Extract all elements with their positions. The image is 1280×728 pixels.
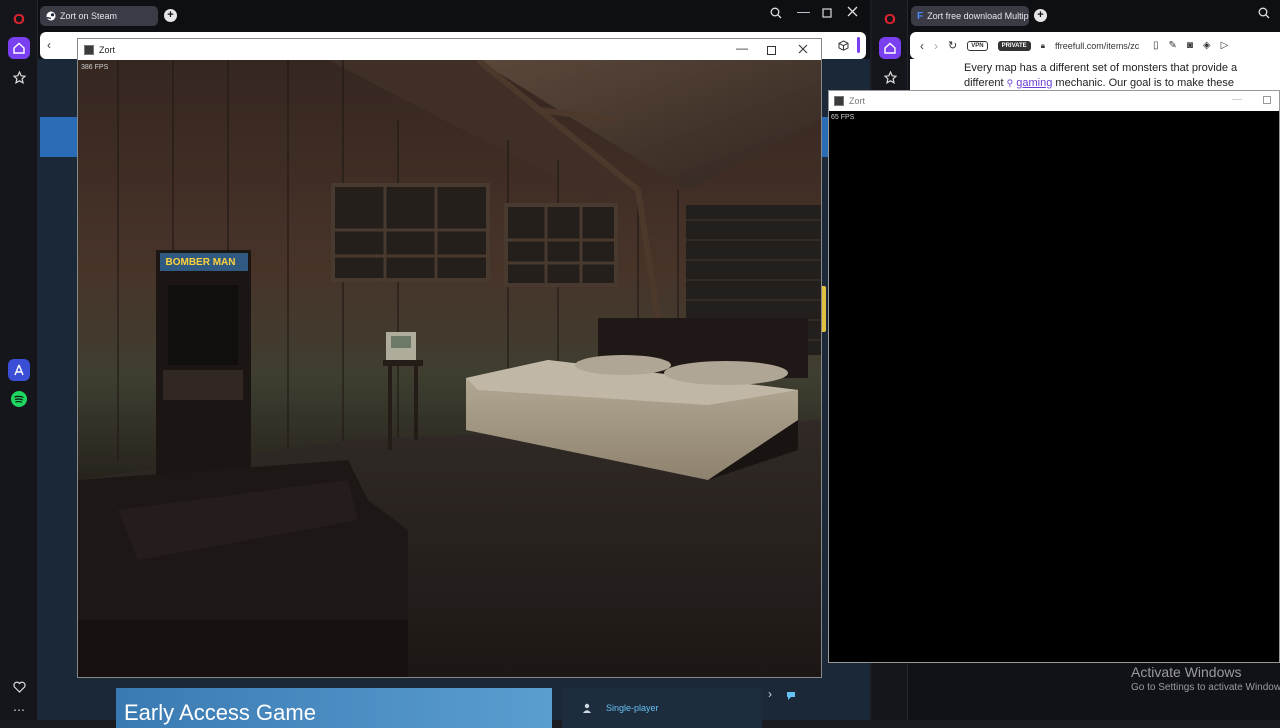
forward-arrow-icon[interactable]: › [934, 39, 938, 53]
steam-header-strip [40, 117, 78, 157]
early-access-banner: Early Access Game [116, 688, 552, 728]
search-icon: ⚲ [1006, 78, 1014, 88]
game-window-zort-2[interactable]: Zort — 65 FPS [828, 90, 1280, 663]
steam-icon [46, 11, 56, 21]
page-text-line2-pre: different [964, 77, 1004, 89]
tab-zort-free-download[interactable]: F Zort free download Multip [911, 6, 1029, 26]
home-icon[interactable] [879, 37, 901, 59]
arcade-marquee: BOMBER MAN [165, 257, 236, 268]
early-access-title: Early Access Game [124, 700, 316, 725]
app-store-icon[interactable] [8, 359, 30, 381]
gaming-link[interactable]: gaming [1016, 77, 1052, 89]
site-favicon-icon: F [917, 10, 924, 22]
minimize-button[interactable]: — [797, 4, 810, 19]
game-app-icon [84, 44, 94, 55]
tab-label: Zort on Steam [60, 11, 118, 21]
activate-windows-watermark: Activate Windows Go to Settings to activ… [1131, 664, 1280, 693]
tab-label: Zort free download Multip [927, 11, 1029, 21]
new-tab-button[interactable]: + [164, 9, 177, 22]
reader-icon[interactable]: ▯ [1153, 40, 1159, 51]
send-icon[interactable]: ▷ [1221, 40, 1229, 51]
user-icon [583, 703, 591, 713]
game-window-title: Zort [849, 96, 866, 106]
tab-bar-right: F Zort free download Multip + [908, 0, 1280, 32]
vpn-badge[interactable]: VPN [967, 40, 988, 51]
more-dots-icon[interactable]: ⋯ [8, 699, 30, 721]
opera-logo-icon[interactable]: O [8, 8, 30, 30]
back-arrow-icon[interactable]: ‹ [47, 38, 51, 52]
game-app-icon [834, 96, 844, 106]
page-text-line1: Every map has a different set of monster… [964, 62, 1238, 74]
sidebar-toggle-icon[interactable] [857, 37, 860, 53]
camera-icon[interactable]: ◙ [1187, 40, 1193, 51]
private-badge: PRIVATE [997, 40, 1031, 51]
fps-counter: 65 FPS [831, 114, 855, 121]
edit-icon[interactable]: ✎ [1168, 40, 1176, 51]
game-window-title: Zort [99, 44, 116, 55]
bookmarks-star-icon[interactable] [879, 66, 901, 88]
bookmarks-star-icon[interactable] [8, 66, 30, 88]
page-text-line2-post: mechanic. Our goal is to make these [1055, 77, 1234, 89]
reload-icon[interactable]: ↻ [948, 39, 957, 52]
steam-social-icon[interactable] [785, 688, 797, 706]
back-arrow-icon[interactable]: ‹ [920, 39, 924, 53]
close-button[interactable] [847, 5, 858, 20]
search-icon[interactable] [1258, 7, 1270, 22]
url-text[interactable]: ffreefull.com/items/zc [1055, 41, 1143, 51]
address-bar-right[interactable]: ‹ › ↻ VPN PRIVATE 🔒︎ ffreefull.com/items… [910, 32, 1280, 59]
game-minimize-button[interactable]: — [1232, 94, 1242, 105]
game-maximize-button[interactable] [767, 44, 776, 58]
opera-logo-icon[interactable]: O [879, 8, 901, 30]
feature-single-player[interactable]: Single-player [562, 688, 762, 728]
game-minimize-button[interactable]: — [736, 41, 748, 55]
spotify-icon[interactable] [8, 388, 30, 410]
maximize-button[interactable] [822, 6, 832, 21]
shield-icon[interactable]: ◈ [1203, 40, 1211, 51]
extension-cube-icon[interactable] [838, 38, 849, 56]
search-icon[interactable] [770, 7, 782, 22]
game-viewport-bedroom[interactable]: BOMBER MAN 386 FPS [78, 60, 821, 677]
tab-bar-left: Zort on Steam + — [38, 0, 870, 32]
opera-sidebar-left: O ⋯ [0, 0, 38, 720]
game-window-titlebar[interactable]: Zort — [829, 91, 1279, 111]
activate-subtitle: Go to Settings to activate Windows. [1131, 682, 1280, 693]
activate-title: Activate Windows [1131, 664, 1242, 680]
feature-label: Single-player [606, 703, 659, 713]
new-tab-button[interactable]: + [1034, 9, 1047, 22]
game-window-titlebar[interactable]: Zort — [78, 39, 821, 60]
lock-icon: 🔒︎ [1040, 40, 1045, 50]
game-window-zort[interactable]: Zort — BOMBER MAN 386 FPS [77, 38, 822, 678]
heart-icon[interactable] [8, 676, 30, 698]
game-maximize-button[interactable] [1263, 96, 1271, 106]
home-icon[interactable] [8, 37, 30, 59]
game-close-button[interactable] [798, 43, 808, 57]
fps-counter: 386 FPS [81, 64, 109, 71]
tab-zort-on-steam[interactable]: Zort on Steam [40, 6, 158, 26]
bedroom-scene [78, 60, 821, 677]
chevron-right-icon[interactable]: › [768, 687, 772, 701]
